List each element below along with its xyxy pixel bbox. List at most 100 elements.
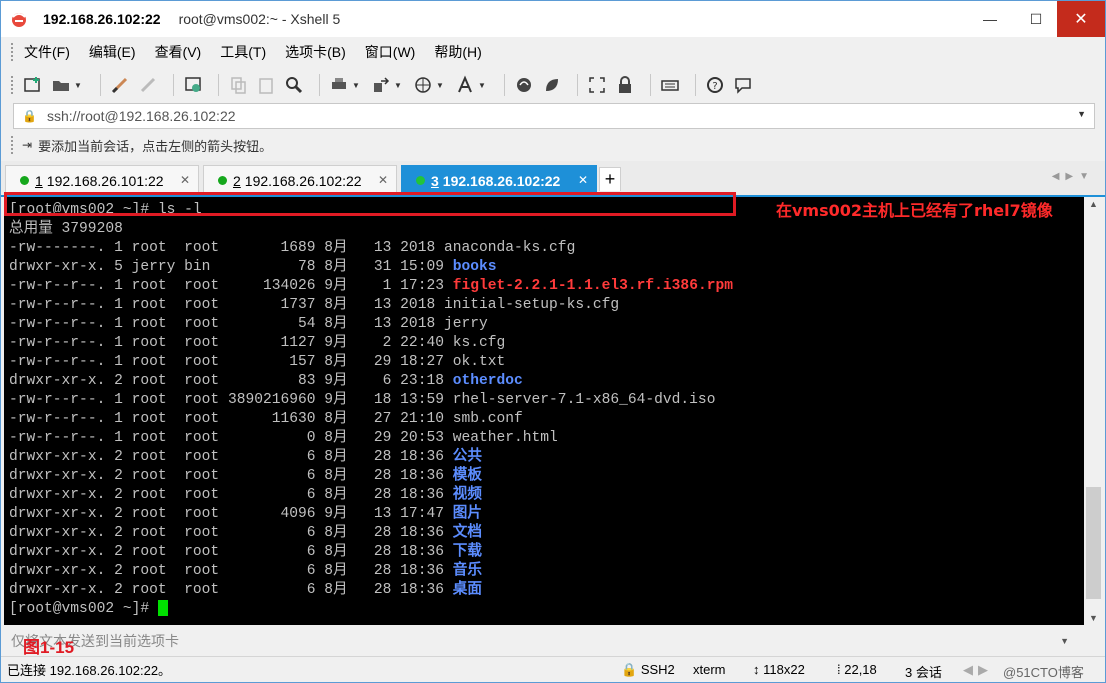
close-icon[interactable]: ✕ (378, 173, 388, 187)
tab-scroll-arrows-icon[interactable]: ◀▶▼ (1052, 171, 1095, 182)
menu-edit[interactable]: 编辑(E) (87, 40, 138, 64)
directory-name: 文档 (452, 525, 482, 541)
position-label: 22,18 (844, 662, 877, 677)
menu-tools[interactable]: 工具(T) (218, 40, 268, 64)
close-button[interactable]: ✕ (1057, 1, 1105, 37)
maximize-button[interactable]: ☐ (1013, 1, 1059, 37)
iso-highlight-box (4, 192, 736, 216)
terminal-scrollbar[interactable]: ▲ ▼ (1084, 197, 1103, 625)
terminal-text: -rw-------. 1 root root 1689 8月 13 2018 … (9, 240, 576, 256)
find-icon[interactable] (283, 74, 305, 96)
figure-label: 图1-15 (23, 638, 75, 657)
toolbar-divider (100, 74, 101, 96)
terminal-line: drwxr-xr-x. 2 root root 6 8月 28 18:36 音乐 (9, 562, 1084, 581)
connect-icon[interactable] (109, 74, 131, 96)
properties-icon[interactable] (182, 74, 204, 96)
chevron-down-icon[interactable]: ▼ (394, 81, 402, 90)
terminal-text: drwxr-xr-x. 2 root root 6 8月 28 18:36 (9, 525, 453, 541)
chevron-down-icon[interactable]: ▼ (478, 81, 486, 90)
arrow-right-icon[interactable]: ⇥ (22, 138, 32, 152)
annotation-text: 在vms002主机上已经有了rhel7镜像 (776, 201, 1053, 220)
menu-help[interactable]: 帮助(H) (432, 40, 483, 64)
transfer-icon[interactable] (370, 74, 392, 96)
paste-icon[interactable] (255, 74, 277, 96)
directory-name: 桌面 (452, 582, 482, 598)
chevron-down-icon[interactable]: ▼ (1077, 109, 1086, 119)
directory-name: books (452, 259, 497, 275)
menu-file[interactable]: 文件(F) (22, 40, 72, 64)
close-icon[interactable]: ✕ (180, 173, 190, 187)
toolbar: ▼ ▼ ▼ ▼ ▼ ? (1, 67, 1105, 103)
chat-icon[interactable] (732, 74, 754, 96)
close-icon[interactable]: ✕ (578, 173, 588, 187)
terminal-text: drwxr-xr-x. 2 root root 6 8月 28 18:36 (9, 449, 453, 465)
tab-session-3[interactable]: 3 192.168.26.102:22 ✕ (401, 165, 597, 195)
terminal-line: -rw-r--r--. 1 root root 0 8月 29 20:53 we… (9, 429, 1084, 448)
copy-icon[interactable] (227, 74, 249, 96)
terminal-text: 总用量 3799208 (9, 221, 123, 237)
terminal-line: -rw-r--r--. 1 root root 54 8月 13 2018 je… (9, 315, 1084, 334)
address-bar[interactable]: 🔒 ssh://root@192.168.26.102:22 ▼ (13, 103, 1095, 129)
connected-dot-icon (20, 176, 29, 185)
xftp-icon[interactable] (513, 74, 535, 96)
chevron-down-icon[interactable]: ▼ (352, 81, 360, 90)
address-input[interactable]: ssh://root@192.168.26.102:22 (47, 108, 236, 124)
terminal-line: drwxr-xr-x. 2 root root 6 8月 28 18:36 公共 (9, 448, 1084, 467)
tab-number: 1 (35, 172, 43, 189)
tab-session-1[interactable]: 1 192.168.26.101:22 ✕ (5, 165, 199, 195)
connected-dot-icon (218, 176, 227, 185)
status-size: ↕ 118x22 (753, 662, 805, 677)
compose-bar[interactable]: 仅将文本发送到当前选项卡 ▼ (1, 627, 1105, 655)
open-folder-icon[interactable] (50, 74, 72, 96)
status-bar: 已连接 192.168.26.102:22。 🔒 SSH2 xterm ↕ 11… (1, 656, 1105, 682)
menu-window[interactable]: 窗口(W) (363, 40, 418, 64)
disconnect-icon[interactable] (137, 74, 159, 96)
scroll-up-icon[interactable]: ▲ (1089, 199, 1098, 209)
terminal-line: -rw-r--r--. 1 root root 11630 8月 27 21:1… (9, 410, 1084, 429)
terminal-text: drwxr-xr-x. 2 root root 6 8月 28 18:36 (9, 544, 453, 560)
fullscreen-icon[interactable] (586, 74, 608, 96)
watermark: @51CTO博客 (1003, 665, 1084, 680)
keyboard-icon[interactable] (659, 74, 681, 96)
terminal-line: -rw-r--r--. 1 root root 1127 9月 2 22:40 … (9, 334, 1084, 353)
chevron-down-icon[interactable]: ▼ (436, 81, 444, 90)
print-icon[interactable] (328, 74, 350, 96)
terminal-cursor (157, 600, 168, 617)
menu-bar: 文件(F) 编辑(E) 查看(V) 工具(T) 选项卡(B) 窗口(W) 帮助(… (1, 37, 1105, 67)
toolbar-divider (650, 74, 651, 96)
terminal-text: drwxr-xr-x. 2 root root 4096 9月 13 17:47 (9, 506, 453, 522)
chevron-down-icon[interactable]: ▼ (1060, 636, 1069, 646)
new-session-icon[interactable] (22, 74, 44, 96)
terminal-line: -rw-r--r--. 1 root root 157 8月 29 18:27 … (9, 353, 1084, 372)
grip-icon (11, 136, 14, 154)
lock-icon[interactable] (614, 74, 636, 96)
terminal-text: -rw-r--r--. 1 root root 157 8月 29 18:27 … (9, 354, 506, 370)
grip-icon (11, 43, 14, 61)
minimize-button[interactable]: — (967, 1, 1013, 37)
window-title-host: 192.168.26.102:22 (43, 11, 161, 27)
status-protocol: 🔒 SSH2 (621, 662, 675, 677)
xagent-icon[interactable] (541, 74, 563, 96)
menu-view[interactable]: 查看(V) (153, 40, 204, 64)
toolbar-divider (577, 74, 578, 96)
scroll-down-icon[interactable]: ▼ (1089, 613, 1098, 623)
help-icon[interactable]: ? (704, 74, 726, 96)
terminal-output[interactable]: [root@vms002 ~]# ls -l 总用量 3799208 -rw----… (4, 197, 1084, 625)
terminal-text: drwxr-xr-x. 2 root root 6 8月 28 18:36 (9, 563, 453, 579)
globe-icon[interactable] (412, 74, 434, 96)
terminal-line: drwxr-xr-x. 2 root root 6 8月 28 18:36 下载 (9, 543, 1084, 562)
status-arrows-icon[interactable]: ◀▶ (963, 662, 993, 678)
font-icon[interactable] (454, 74, 476, 96)
size-label: 118x22 (763, 662, 805, 677)
add-tab-button[interactable]: + (599, 167, 621, 191)
tab-number: 2 (233, 172, 241, 189)
terminal-line: -rw-------. 1 root root 1689 8月 13 2018 … (9, 239, 1084, 258)
menu-tab[interactable]: 选项卡(B) (283, 40, 348, 64)
protocol-label: SSH2 (640, 662, 675, 677)
terminal-line: drwxr-xr-x. 2 root root 6 8月 28 18:36 桌面 (9, 581, 1084, 600)
tab-session-2[interactable]: 2 192.168.26.102:22 ✕ (203, 165, 397, 195)
directory-name: 图片 (452, 506, 482, 522)
chevron-down-icon[interactable]: ▼ (74, 81, 82, 90)
scrollbar-thumb[interactable] (1086, 487, 1101, 599)
hint-text: 要添加当前会话，点击左侧的箭头按钮。 (38, 138, 273, 154)
